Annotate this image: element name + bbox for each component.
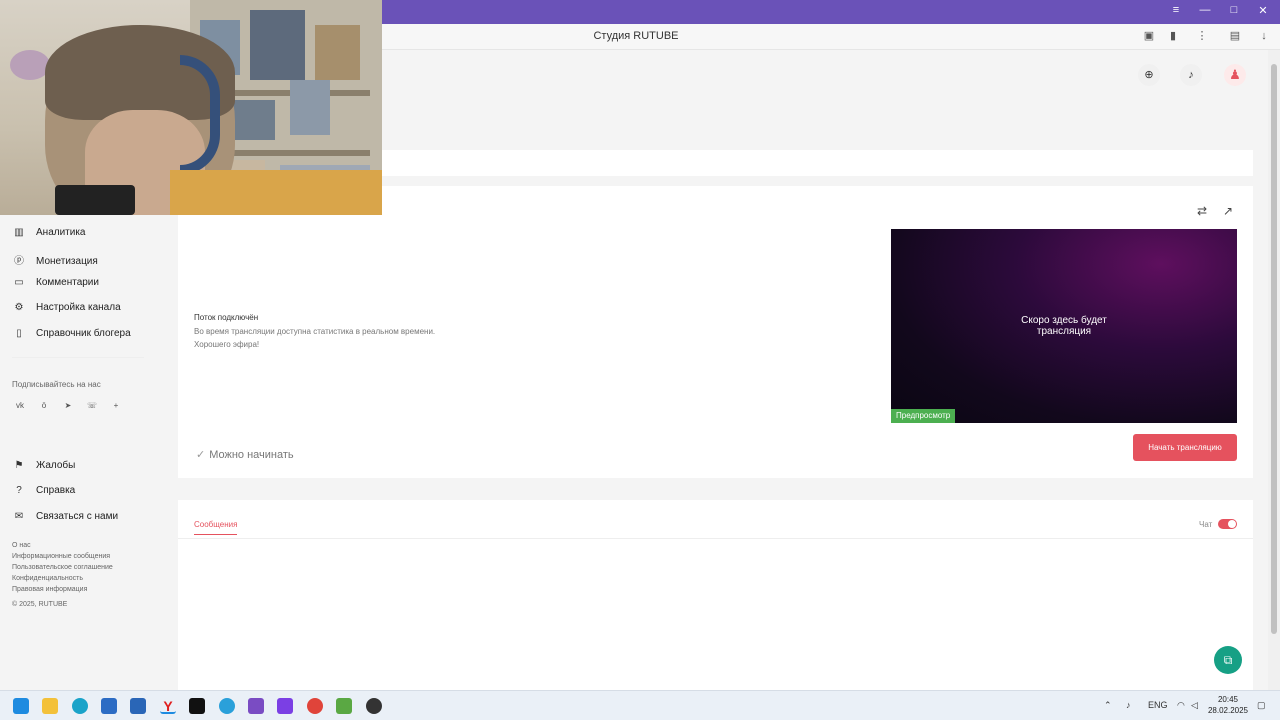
file-explorer-icon[interactable] [42,698,58,714]
vk-icon[interactable]: vk [12,401,28,413]
system-clock[interactable]: 20:45 28.02.2025 [1205,694,1251,716]
stream-card: ⇄ ↗ Поток подключён Во время трансляции … [178,186,1253,478]
flag-icon: ⚑ [14,460,24,471]
top-panel-strip [382,150,1253,176]
notifications-bell-icon[interactable]: ♪ [1180,64,1202,86]
sidebar-item-channel-settings[interactable]: ⚙ Настройка канала [12,302,121,318]
sidebar-item-help[interactable]: ? Справка [12,485,75,501]
settings-icon: ⚙ [14,302,24,313]
scrollbar-thumb[interactable] [1271,64,1277,634]
chrome-icon[interactable] [307,698,323,714]
preview-text-line2: трансляция [1036,326,1092,337]
start-stream-button[interactable]: Начать трансляцию [1133,434,1237,461]
support-chat-icon[interactable]: ⧉ [1214,646,1242,674]
video-editor-icon[interactable] [277,698,293,714]
telegram-taskbar-icon[interactable] [219,698,235,714]
sidebar-item-label: Справочник блогера [36,328,131,339]
stream-preview: Скоро здесь будет трансляция Предпросмот… [891,229,1237,423]
language-indicator[interactable]: ENG [1148,700,1168,710]
minecraft-icon[interactable] [336,698,352,714]
more-options-icon[interactable]: ⋮ [1195,29,1209,43]
preview-badge: Предпросмотр [891,409,956,423]
sidebar-item-label: Настройка канала [36,302,121,313]
follow-us-label: Подписывайтесь на нас [12,380,101,389]
stream-status-title: Поток подключён [194,313,259,322]
monetization-icon: ⓟ [14,256,24,267]
stream-status-wish: Хорошего эфира! [194,340,260,349]
book-icon: ▯ [16,328,22,339]
sidebar-item-label: Связаться с нами [36,511,119,522]
ready-status: ✓ Можно начинать [196,448,294,461]
ok-icon[interactable]: ö [36,401,52,413]
store-icon[interactable] [130,698,146,714]
user-avatar[interactable]: ♟ [1224,64,1246,86]
sidebar-item-comments[interactable]: ▭ Комментарии [12,277,99,293]
obs-icon[interactable] [366,698,382,714]
windows-taskbar: Y ⌃ ♪ ENG ◠ ◁ 20:45 28.02.2025 ▢ [0,690,1280,720]
chat-toggle-label: Чат [1199,520,1213,529]
sidebar-item-blogger-guide[interactable]: ▯ Справочник блогера [12,328,131,344]
sidebar-item-label: Жалобы [36,460,76,471]
visual-studio-icon[interactable] [248,698,264,714]
ready-text: Можно начинать [209,449,294,461]
telegram-icon[interactable]: ➤ [60,401,76,413]
sidebar-item-label: Комментарии [36,277,99,288]
mail-icon: ✉ [14,511,24,522]
sidebar-item-label: Справка [36,485,76,496]
plus-icon[interactable]: + [108,401,124,413]
notifications-icon[interactable]: ▢ [1257,700,1266,711]
tab-messages[interactable]: Сообщения [194,520,238,535]
yandex-browser-icon[interactable]: Y [160,698,176,714]
outlook-icon[interactable] [101,698,117,714]
footer-link-about[interactable]: О нас [12,542,31,549]
chat-toggle[interactable] [1218,519,1237,529]
reader-mode-icon[interactable]: ▤ [1228,29,1242,43]
sidebar-item-analytics[interactable]: ▥ Аналитика [12,227,86,243]
download-icon[interactable]: ↓ [1257,29,1271,43]
tray-chevron-icon[interactable]: ⌃ [1104,700,1112,711]
sidebar-divider [12,357,144,358]
window-menu-icon[interactable]: ≡ [1168,4,1184,16]
chat-panel: Сообщения Чат [178,500,1253,690]
chat-divider [178,538,1253,539]
footer-link-news[interactable]: Информационные сообщения [12,553,110,560]
open-external-icon[interactable]: ↗ [1223,204,1233,218]
microphone-icon[interactable]: ♪ [1126,700,1131,710]
comments-icon: ▭ [14,277,24,288]
footer-link-terms[interactable]: Пользовательское соглашение [12,564,113,571]
page-scrollbar[interactable] [1268,50,1280,690]
sidebar-item-label: Монетизация [36,256,98,267]
sidebar-item-label: Аналитика [36,227,86,238]
sidebar-item-complaints[interactable]: ⚑ Жалобы [12,460,76,476]
share-icon[interactable]: ⇄ [1197,204,1207,218]
webcam-overlay [0,0,382,215]
clock-time: 20:45 [1217,695,1239,704]
help-icon: ? [16,485,22,496]
viber-icon[interactable]: ☏ [84,401,100,413]
analytics-icon: ▥ [14,227,24,238]
start-menu-icon[interactable] [13,698,29,714]
maximize-button[interactable]: □ [1226,4,1242,16]
minimize-button[interactable]: — [1197,4,1213,16]
wifi-icon[interactable]: ◠ [1177,700,1185,711]
upload-icon[interactable]: ⊕ [1138,64,1160,86]
stream-status-text: Во время трансляции доступна статистика … [194,327,436,336]
bookmark-icon[interactable]: ▮ [1166,29,1180,43]
footer-link-privacy[interactable]: Конфиденциальность [12,575,83,582]
check-icon: ✓ [196,449,206,461]
preview-text-line1: Скоро здесь будет [1021,315,1107,326]
edge-icon[interactable] [72,698,88,714]
capcut-icon[interactable] [189,698,205,714]
sidebar-item-monetization[interactable]: ⓟ Монетизация [12,252,98,268]
clock-date: 28.02.2025 [1207,706,1249,715]
extensions-icon[interactable]: ▣ [1142,29,1156,43]
footer-link-legal[interactable]: Правовая информация [12,586,87,593]
preview-placeholder-text: Скоро здесь будет трансляция [891,315,1237,337]
copyright: © 2025, RUTUBE [12,601,68,608]
close-button[interactable]: ✕ [1255,4,1271,17]
volume-icon[interactable]: ◁ [1191,700,1198,711]
sidebar-item-contact[interactable]: ✉ Связаться с нами [12,511,118,527]
